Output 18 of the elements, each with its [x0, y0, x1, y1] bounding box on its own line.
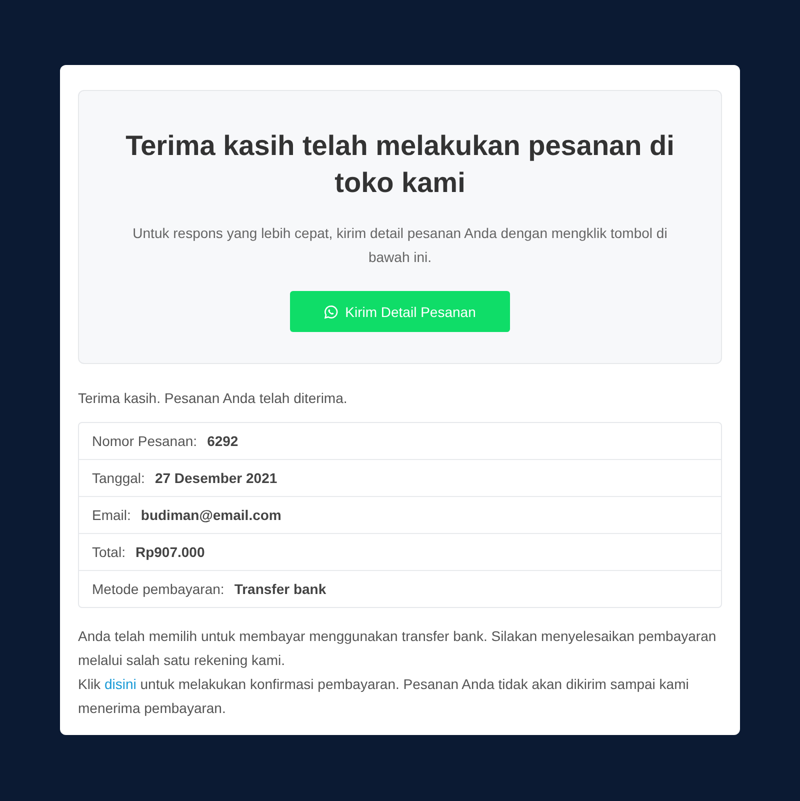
detail-label: Total:	[92, 544, 126, 560]
detail-value: Rp907.000	[135, 544, 205, 560]
detail-value: Transfer bank	[234, 581, 326, 597]
payment-instructions: Anda telah memilih untuk membayar menggunakan transfer bank. Silakan menyelesaikan pembayaran melalui salah satu rekening kami.	[78, 627, 718, 670]
detail-label: Email:	[92, 507, 131, 523]
confirmation-text: Terima kasih. Pesanan Anda telah diterima.	[78, 389, 348, 408]
confirmation-note: Klik disini untuk melakukan konfirmasi pembayaran. Pesanan Anda tidak akan dikirim sampai kami menerima pembayaran.	[78, 675, 690, 718]
detail-value: 6292	[207, 433, 238, 449]
detail-label: Metode pembayaran:	[92, 581, 224, 597]
hero-subtitle: Untuk respons yang lebih cepat, kirim detail pesanan Anda dengan mengklik tombol di bawah ini.	[132, 224, 668, 267]
thank-you-heading: Terima kasih telah melakukan pesanan di toko kami	[124, 129, 676, 200]
detail-value: 27 Desember 2021	[154, 470, 278, 486]
detail-value: budiman@email.com	[140, 507, 282, 523]
detail-label: Nomor Pesanan:	[92, 433, 198, 449]
detail-label: Tanggal:	[92, 470, 145, 486]
confirm-link[interactable]: disini	[104, 676, 136, 692]
chat-bubble-icon	[324, 304, 338, 318]
send-details-button[interactable]: Kirim Detail Pesanan	[290, 291, 510, 332]
